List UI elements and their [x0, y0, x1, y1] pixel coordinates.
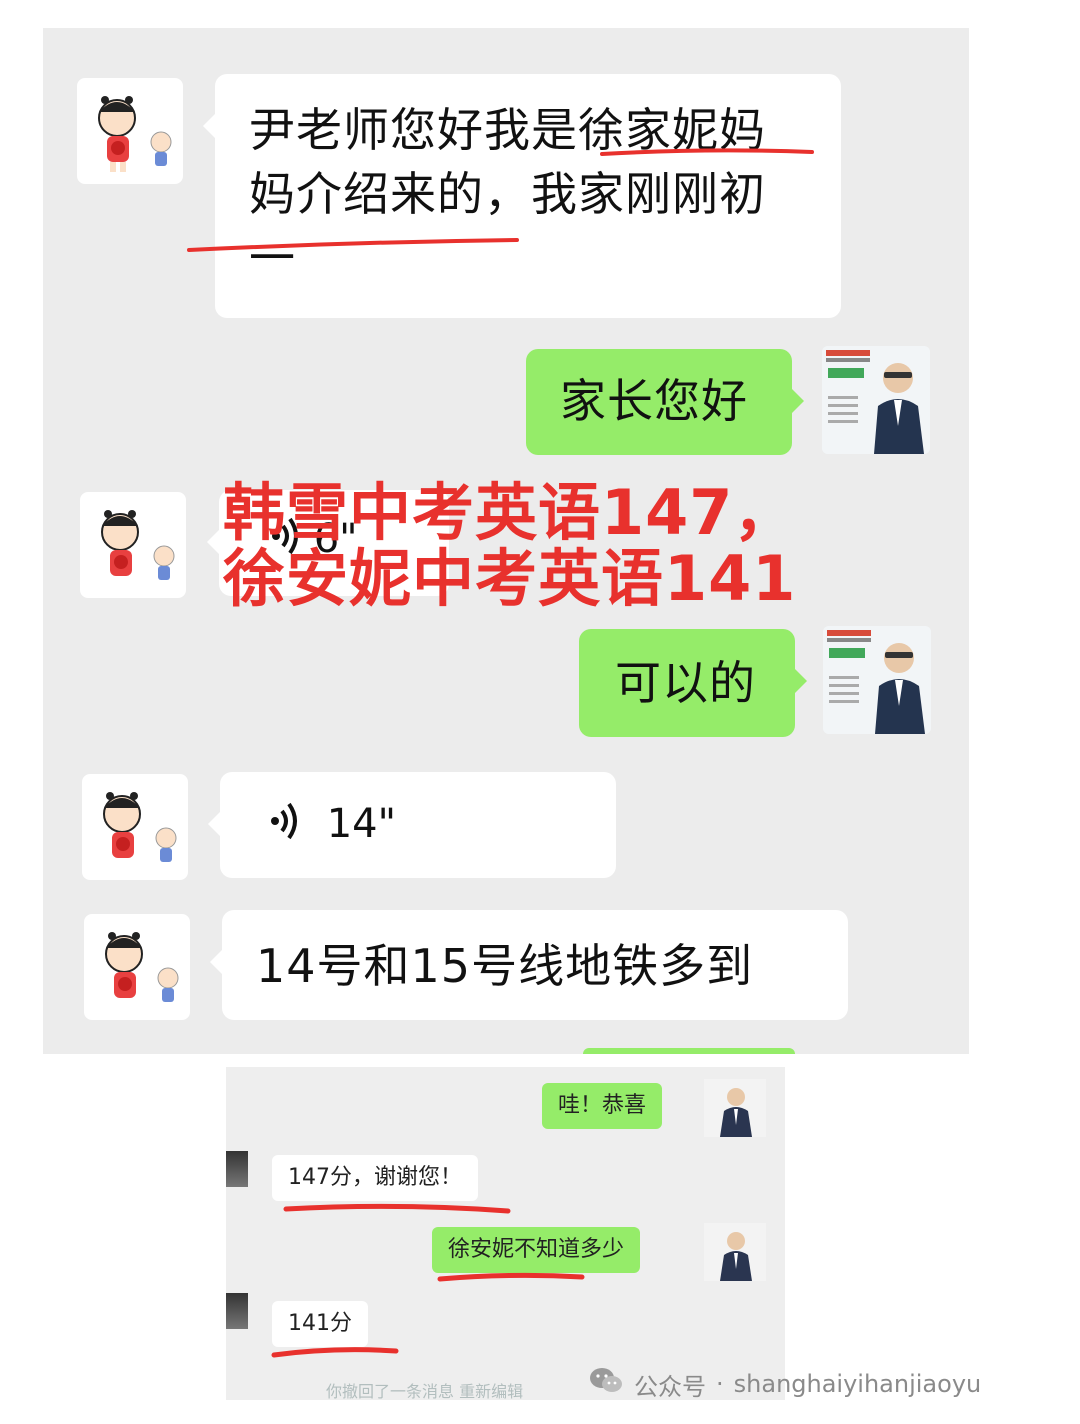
teacher-avatar[interactable] [704, 1223, 766, 1281]
highlight-underline-147 [283, 1203, 511, 1214]
score-annotation-line-2: 徐安妮中考英语141 [223, 542, 797, 615]
watermark-separator: · [716, 1370, 724, 1398]
kid-avatar[interactable] [80, 492, 186, 598]
watermark-label: 公众号 [634, 1372, 706, 1401]
kid-avatar[interactable] [77, 78, 183, 184]
message-bubble-subway[interactable]: 14号和15号线地铁多到 [210, 910, 848, 1020]
kid-avatar[interactable] [82, 774, 188, 880]
chat-screenshot-top: 尹老师您好我是徐家妮妈 妈介绍来的，我家刚刚初 一 家长您好 6" 韩雪中考英语… [43, 28, 969, 1054]
highlight-underline-intro [187, 238, 519, 252]
highlight-underline-141 [271, 1347, 399, 1358]
message-text: 家长您好 [560, 374, 748, 428]
message-text: 可以的 [615, 656, 756, 710]
score-annotation: 韩雪中考英语147， 徐安妮中考英语141 [223, 480, 796, 612]
message-line-2: 妈介绍来的，我家刚刚初 [249, 167, 766, 221]
chat-screenshot-bottom: 哇！恭喜 147分，谢谢您！ 徐安妮不知道多少 141分 [226, 1067, 785, 1400]
voice-wave-icon [270, 801, 300, 852]
contact-avatar[interactable] [226, 1293, 248, 1329]
message-bubble-confirm[interactable]: 可以的 [579, 629, 807, 737]
message-score-141[interactable]: 141分 [272, 1301, 368, 1347]
teacher-avatar[interactable] [822, 346, 930, 454]
wechat-icon [588, 1366, 624, 1402]
highlight-underline-question [437, 1272, 585, 1282]
message-text: 14号和15号线地铁多到 [256, 939, 754, 993]
message-bubble-intro[interactable]: 尹老师您好我是徐家妮妈 妈介绍来的，我家刚刚初 一 [203, 74, 841, 318]
kid-avatar[interactable] [84, 914, 190, 1020]
highlight-underline-name [600, 148, 814, 156]
watermark: 公众号 · shanghaiyihanjiaoyu [588, 1364, 981, 1404]
cut-off-bubble [583, 1048, 795, 1054]
recall-notice: 你撤回了一条消息 重新编辑 [326, 1382, 524, 1401]
teacher-avatar[interactable] [823, 626, 931, 734]
score-annotation-line-1: 韩雪中考英语147， [223, 476, 797, 549]
watermark-account: shanghaiyihanjiaoyu [733, 1370, 982, 1398]
voice-message-bubble[interactable]: 14" [208, 772, 616, 878]
message-congrats[interactable]: 哇！恭喜 [542, 1083, 663, 1129]
message-score-147[interactable]: 147分，谢谢您！ [272, 1155, 478, 1201]
teacher-avatar[interactable] [704, 1079, 766, 1137]
message-bubble-greeting[interactable]: 家长您好 [526, 349, 804, 455]
contact-avatar[interactable] [226, 1151, 248, 1187]
message-question[interactable]: 徐安妮不知道多少 [432, 1227, 641, 1273]
voice-duration: 14" [326, 801, 397, 847]
